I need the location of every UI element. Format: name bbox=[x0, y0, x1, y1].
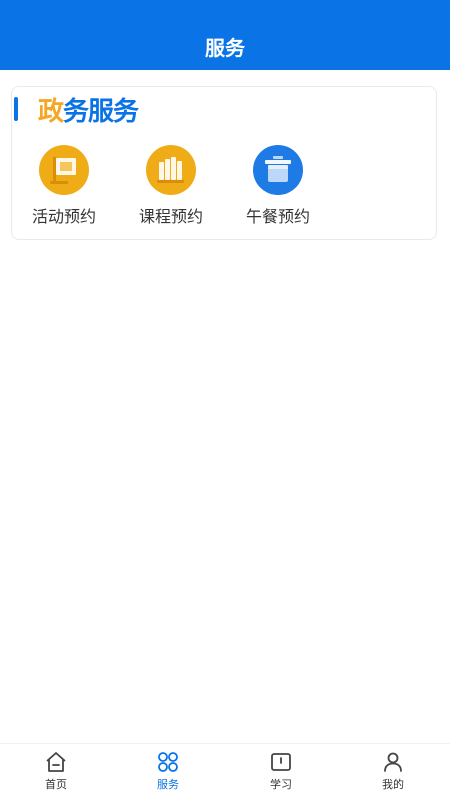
service-item-course[interactable]: 课程预约 bbox=[121, 145, 221, 231]
section-title: 政务服务 bbox=[38, 91, 139, 128]
user-icon bbox=[384, 752, 402, 772]
services-grid-icon bbox=[158, 752, 178, 772]
flag-icon bbox=[39, 145, 89, 195]
tab-services[interactable]: 服务 bbox=[128, 750, 208, 796]
service-item-activity[interactable]: 活动预约 bbox=[14, 145, 114, 231]
section-title-rest: 务服务 bbox=[63, 97, 139, 127]
service-item-label: 活动预约 bbox=[31, 207, 96, 226]
app-header: 服务 bbox=[0, 0, 450, 70]
tab-study[interactable]: 学习 bbox=[241, 750, 321, 796]
book-icon bbox=[271, 753, 291, 771]
service-items: 活动预约 课程预约 午餐预约 bbox=[12, 145, 436, 235]
tab-label: 服务 bbox=[157, 778, 179, 791]
gov-services-card: 政务服务 活动预约 课程预约 午餐预约 bbox=[11, 86, 437, 240]
section-title-first-char: 政 bbox=[38, 97, 64, 127]
app-root: 服务 政务服务 活动预约 课程预约 午餐预约 首页 服务 学习 我的 bbox=[0, 0, 450, 800]
tab-label: 学习 bbox=[270, 778, 292, 791]
service-item-lunch[interactable]: 午餐预约 bbox=[228, 145, 328, 231]
service-item-label: 课程预约 bbox=[138, 207, 203, 226]
lunchbox-icon bbox=[253, 145, 303, 195]
tab-mine[interactable]: 我的 bbox=[353, 750, 433, 796]
tab-label: 首页 bbox=[45, 778, 67, 791]
tab-home[interactable]: 首页 bbox=[16, 750, 96, 796]
bottom-tab-bar: 首页 服务 学习 我的 bbox=[0, 743, 450, 800]
page-title: 服务 bbox=[205, 35, 245, 60]
tab-label: 我的 bbox=[382, 778, 404, 791]
service-item-label: 午餐预约 bbox=[245, 207, 310, 226]
section-accent-bar bbox=[14, 97, 18, 121]
books-icon bbox=[146, 145, 196, 195]
home-icon bbox=[46, 752, 66, 772]
